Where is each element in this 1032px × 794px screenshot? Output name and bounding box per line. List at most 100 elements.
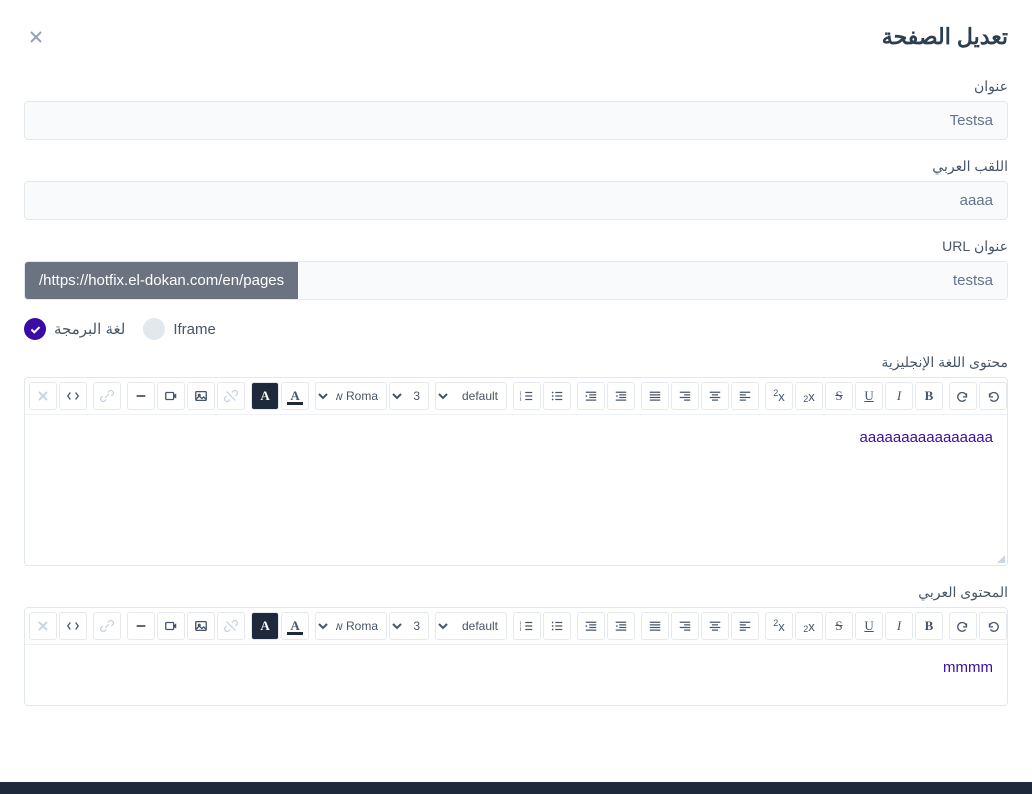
- font-family-select[interactable]: es New Roma: [315, 382, 387, 410]
- bg-color-button[interactable]: A: [251, 382, 279, 410]
- list-ul-icon: [550, 389, 564, 403]
- align-center-button[interactable]: [701, 382, 729, 410]
- bold-button[interactable]: B: [915, 382, 943, 410]
- superscript-button[interactable]: x2: [765, 612, 793, 640]
- redo-icon: [956, 389, 970, 403]
- align-right-button[interactable]: [671, 382, 699, 410]
- paragraph-style-select[interactable]: default: [435, 612, 507, 640]
- minus-icon: [134, 389, 148, 403]
- ul-button[interactable]: [543, 382, 571, 410]
- indent-button[interactable]: [577, 382, 605, 410]
- url-slug-input[interactable]: [298, 262, 1007, 299]
- align-justify-button[interactable]: [641, 382, 669, 410]
- undo-button[interactable]: [979, 382, 1007, 410]
- underline-button[interactable]: U: [855, 382, 883, 410]
- bold-button[interactable]: B: [915, 612, 943, 640]
- italic-button[interactable]: I: [885, 612, 913, 640]
- align-left-button[interactable]: [731, 612, 759, 640]
- video-button[interactable]: [157, 612, 185, 640]
- ol-button[interactable]: 123: [513, 612, 541, 640]
- clear-format-button[interactable]: [29, 612, 57, 640]
- ar-editor-area[interactable]: mmmm: [25, 645, 1007, 705]
- list-ol-icon: 123: [520, 389, 534, 403]
- align-right-icon: [678, 389, 692, 403]
- align-left-icon: [738, 389, 752, 403]
- font-size-select[interactable]: 3: [389, 382, 429, 410]
- undo-button[interactable]: [979, 612, 1007, 640]
- subscript-button[interactable]: x2: [795, 612, 823, 640]
- bg-color-button[interactable]: A: [251, 612, 279, 640]
- arabic-title-input[interactable]: [24, 181, 1008, 220]
- close-button[interactable]: [24, 25, 48, 49]
- outdent-button[interactable]: [607, 612, 635, 640]
- mode-code-label: لغة البرمجة: [54, 320, 125, 338]
- en-editor: A A 3 es New Roma default 123: [24, 377, 1008, 566]
- align-center-icon: [708, 619, 722, 633]
- undo-icon: [986, 619, 1000, 633]
- outdent-icon: [614, 619, 628, 633]
- strike-button[interactable]: S: [825, 612, 853, 640]
- font-family-select[interactable]: es New Roma: [315, 612, 387, 640]
- ar-toolbar: A A 3 es New Roma default 123: [25, 608, 1007, 645]
- mode-code[interactable]: لغة البرمجة: [24, 318, 125, 340]
- indent-icon: [584, 619, 598, 633]
- italic-button[interactable]: I: [885, 382, 913, 410]
- en-editor-area[interactable]: aaaaaaaaaaaaaaaa: [25, 415, 1007, 565]
- en-toolbar: A A 3 es New Roma default 123: [25, 378, 1007, 415]
- clear-format-button[interactable]: [29, 382, 57, 410]
- link-icon: [100, 389, 114, 403]
- mode-iframe[interactable]: Iframe: [143, 318, 216, 340]
- title-input[interactable]: [24, 101, 1008, 140]
- list-ul-icon: [550, 619, 564, 633]
- code-view-button[interactable]: [59, 612, 87, 640]
- align-justify-icon: [648, 619, 662, 633]
- link-button[interactable]: [93, 382, 121, 410]
- image-button[interactable]: [187, 612, 215, 640]
- outdent-icon: [614, 389, 628, 403]
- paragraph-style-select[interactable]: default: [435, 382, 507, 410]
- code-icon: [66, 389, 80, 403]
- align-left-button[interactable]: [731, 382, 759, 410]
- image-icon: [194, 389, 208, 403]
- redo-button[interactable]: [949, 612, 977, 640]
- x-icon: [37, 390, 49, 402]
- subscript-button[interactable]: x2: [795, 382, 823, 410]
- minus-icon: [134, 619, 148, 633]
- ar-editor-text: mmmm: [943, 659, 993, 676]
- outdent-button[interactable]: [607, 382, 635, 410]
- page-title: تعديل الصفحة: [882, 24, 1008, 50]
- align-center-button[interactable]: [701, 612, 729, 640]
- svg-text:3: 3: [520, 397, 522, 402]
- ar-content-label: المحتوى العربي: [24, 584, 1008, 601]
- image-button[interactable]: [187, 382, 215, 410]
- undo-icon: [986, 389, 1000, 403]
- superscript-button[interactable]: x2: [765, 382, 793, 410]
- arabic-title-label: اللقب العربي: [24, 158, 1008, 175]
- strike-button[interactable]: S: [825, 382, 853, 410]
- underline-button[interactable]: U: [855, 612, 883, 640]
- hr-button[interactable]: [127, 382, 155, 410]
- title-label: عنوان: [24, 78, 1008, 95]
- align-justify-icon: [648, 389, 662, 403]
- ul-button[interactable]: [543, 612, 571, 640]
- redo-button[interactable]: [949, 382, 977, 410]
- align-justify-button[interactable]: [641, 612, 669, 640]
- link-button[interactable]: [93, 612, 121, 640]
- align-right-button[interactable]: [671, 612, 699, 640]
- font-color-button[interactable]: A: [281, 382, 309, 410]
- code-view-button[interactable]: [59, 382, 87, 410]
- align-center-icon: [708, 389, 722, 403]
- font-color-button[interactable]: A: [281, 612, 309, 640]
- video-button[interactable]: [157, 382, 185, 410]
- hr-button[interactable]: [127, 612, 155, 640]
- ar-editor: A A 3 es New Roma default 123: [24, 607, 1008, 706]
- video-icon: [164, 389, 178, 403]
- ol-button[interactable]: 123: [513, 382, 541, 410]
- unlink-button[interactable]: [217, 382, 245, 410]
- close-icon: [28, 29, 44, 45]
- x-icon: [37, 620, 49, 632]
- resize-handle[interactable]: [997, 555, 1005, 563]
- font-size-select[interactable]: 3: [389, 612, 429, 640]
- indent-button[interactable]: [577, 612, 605, 640]
- unlink-button[interactable]: [217, 612, 245, 640]
